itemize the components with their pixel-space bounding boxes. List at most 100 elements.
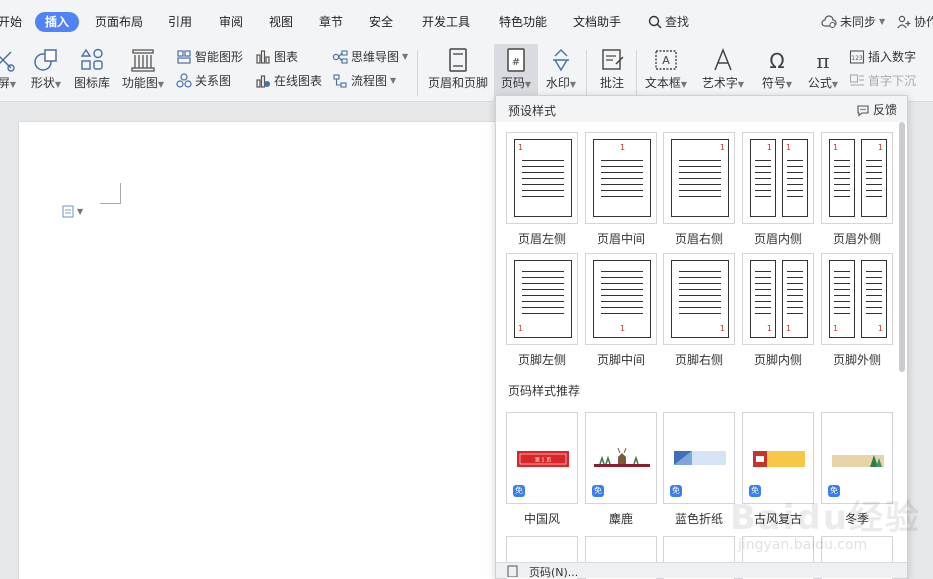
screenshot-button[interactable]: 屏▼ [0, 44, 18, 102]
sync-label: 未同步 [840, 15, 877, 29]
tab-special-features[interactable]: 特色功能 [499, 12, 547, 32]
wordart-label: 艺术字 [701, 76, 738, 90]
tab-references[interactable]: 引用 [168, 12, 192, 32]
preset-footer-inside[interactable]: 1 1 页脚内侧 [742, 253, 814, 368]
document-page[interactable]: ▼ [19, 122, 539, 579]
tab-review[interactable]: 审阅 [219, 12, 243, 32]
collab-button[interactable]: 协作 [897, 12, 933, 32]
preset-header-center[interactable]: 1 页眉中间 [585, 132, 657, 247]
preset-footer-left[interactable]: 1 页脚左侧 [506, 253, 578, 368]
comment-button[interactable]: 批注 [593, 44, 631, 102]
feedback-button[interactable]: 反馈 [856, 101, 897, 118]
page-number-icon: # [507, 48, 525, 72]
recommend-elk[interactable]: 免 麋鹿 [585, 412, 657, 527]
preset-header-right[interactable]: 1 页眉右侧 [663, 132, 735, 247]
svg-text:123: 123 [851, 55, 863, 62]
online-chart-icon [256, 75, 270, 88]
preset-name: 页脚中间 [596, 353, 645, 367]
page-number-settings-row[interactable]: 页码(N)... [496, 562, 907, 579]
svg-text:π: π [816, 49, 829, 73]
icon-library-button[interactable]: 图标库 [72, 44, 112, 102]
feedback-label: 反馈 [872, 103, 897, 117]
search-label: 查找 [665, 15, 690, 29]
chart-button[interactable]: 图表 [255, 47, 298, 67]
bar-chart-icon [256, 50, 270, 64]
preset-name: 页脚左侧 [517, 353, 566, 367]
menu-bar: 开始 插入 页面布局 引用 审阅 视图 章节 安全 开发工具 特色功能 文档助手… [0, 0, 933, 44]
mindmap-button[interactable]: 思维导图 ▼ [332, 47, 408, 67]
page-number-button[interactable]: # 页码▼ [494, 44, 538, 102]
page-number-mark: 1 [620, 324, 626, 333]
preset-header-inside[interactable]: 1 1 页眉内侧 [742, 132, 814, 247]
blue-origami-preview [674, 451, 726, 465]
tab-security[interactable]: 安全 [369, 12, 393, 32]
collab-label: 协作 [914, 15, 933, 29]
relation-chart-button[interactable]: 关系图 [176, 71, 231, 91]
panel-scrollbar[interactable] [899, 122, 905, 372]
preset-header-left[interactable]: 1 页眉左侧 [506, 132, 578, 247]
preset-thumbnail: 1 [506, 132, 578, 224]
recommend-styles-title: 页码样式推荐 [508, 384, 581, 398]
flowchart-label: 流程图 [351, 74, 388, 88]
textbox-button[interactable]: A 文本框▼ [642, 44, 690, 102]
online-chart-button[interactable]: 在线图表 [255, 71, 322, 91]
recommend-blue-origami[interactable]: 免 蓝色折纸 [663, 412, 735, 527]
preset-footer-outside[interactable]: 1 1 页脚外侧 [821, 253, 893, 368]
insert-number-button[interactable]: 123 插入数字 [849, 47, 916, 67]
chevron-down-icon: ▼ [390, 76, 397, 85]
preset-header-outside[interactable]: 1 1 页眉外侧 [821, 132, 893, 247]
preset-thumbnail: 1 1 [821, 132, 893, 224]
smart-shape-button[interactable]: 智能图形 [176, 47, 243, 67]
chevron-down-icon: ▼ [77, 206, 84, 216]
smart-shape-label: 智能图形 [195, 50, 244, 64]
symbol-label: 符号 [761, 76, 786, 90]
shape-label: 形状 [30, 76, 55, 90]
number-icon: 123 [849, 50, 865, 64]
search-button[interactable]: 查找 [648, 12, 689, 32]
recommend-thumbnail: 免 [585, 412, 657, 504]
wordart-icon [714, 47, 732, 71]
svg-text:A: A [662, 54, 670, 67]
watermark-button[interactable]: 水印▼ [541, 44, 581, 102]
watermark-icon [553, 49, 569, 72]
tab-insert[interactable]: 插入 [35, 12, 80, 32]
preset-footer-right[interactable]: 1 页脚右侧 [663, 253, 735, 368]
drop-cap-button[interactable]: 首字下沉 [849, 71, 916, 91]
tab-home[interactable]: 开始 [0, 12, 22, 32]
preset-thumbnail: 1 [663, 132, 735, 224]
symbol-button[interactable]: Ω 符号▼ [757, 44, 797, 102]
flowchart-button[interactable]: 流程图 ▼ [332, 71, 396, 91]
paste-options-button[interactable]: ▼ [61, 204, 87, 218]
tab-page-layout[interactable]: 页面布局 [95, 12, 143, 32]
sync-status[interactable]: 未同步 ▼ [821, 12, 885, 32]
header-footer-button[interactable]: 页眉和页脚 [426, 44, 490, 102]
tab-developer[interactable]: 开发工具 [422, 12, 470, 32]
preset-footer-center[interactable]: 1 页脚中间 [585, 253, 657, 368]
page-number-mark: 1 [766, 143, 772, 152]
tab-doc-assistant[interactable]: 文档助手 [573, 12, 621, 32]
preset-thumbnail: 1 [585, 132, 657, 224]
ribbon-separator [586, 50, 587, 96]
page-preview-right: 1 [861, 139, 887, 217]
shape-button[interactable]: 形状▼ [26, 44, 66, 102]
header-footer-icon [449, 48, 467, 72]
tab-chapter[interactable]: 章节 [319, 12, 343, 32]
formula-button[interactable]: π 公式▼ [804, 44, 842, 102]
page-number-mark: 1 [518, 143, 524, 152]
chevron-down-icon: ▼ [9, 80, 16, 89]
page-preview-left: 1 [750, 139, 776, 217]
tab-view[interactable]: 视图 [269, 12, 293, 32]
wordart-button[interactable]: 艺术字▼ [698, 44, 748, 102]
page-preview: 1 [514, 260, 572, 338]
recommend-name: 中国风 [523, 512, 560, 526]
chevron-down-icon: ▼ [737, 80, 745, 89]
preset-name: 页眉内侧 [753, 232, 802, 246]
formula-label: 公式 [807, 76, 832, 90]
icon-library-label: 图标库 [73, 76, 110, 90]
page-preview-left: 1 [829, 260, 855, 338]
preset-name: 页眉中间 [596, 232, 645, 246]
page-margin-corner [100, 183, 121, 204]
recommend-chinese-style[interactable]: 第 1 页 免 中国风 [506, 412, 578, 527]
function-chart-button[interactable]: 功能图▼ [119, 44, 167, 102]
cloud-sync-icon [821, 15, 837, 28]
